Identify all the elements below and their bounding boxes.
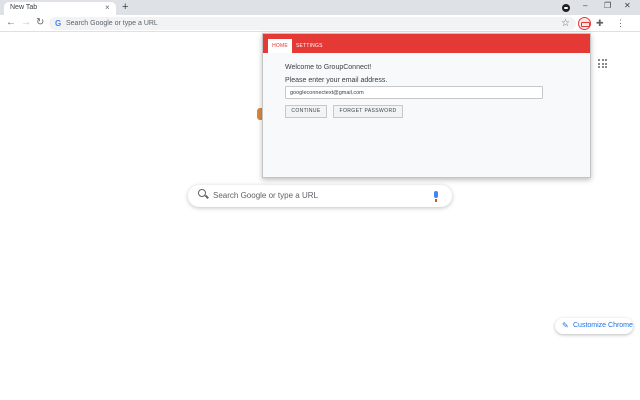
profile-icon[interactable]: [562, 4, 570, 12]
omnibox[interactable]: G Search Google or type a URL ☆: [49, 17, 576, 30]
tab-close-icon[interactable]: ×: [105, 3, 110, 13]
continue-button[interactable]: CONTINUE: [285, 105, 327, 118]
omnibox-placeholder: Search Google or type a URL: [66, 20, 158, 27]
google-apps-icon[interactable]: [598, 59, 607, 68]
ntp-search-placeholder: Search Google or type a URL: [213, 191, 318, 200]
reload-button[interactable]: ↻: [36, 17, 44, 29]
forward-button[interactable]: →: [21, 17, 31, 29]
welcome-text: Welcome to GroupConnect!: [285, 64, 372, 71]
extension-popup: HOME SETTINGS Welcome to GroupConnect! P…: [262, 33, 591, 178]
extensions-puzzle-icon[interactable]: ✚: [596, 17, 604, 29]
ntp-search-box[interactable]: Search Google or type a URL: [188, 185, 452, 207]
email-field[interactable]: [285, 86, 543, 99]
new-tab-button[interactable]: +: [122, 1, 128, 13]
tab-home[interactable]: HOME: [268, 39, 292, 53]
pencil-icon: ✎: [562, 321, 569, 330]
groupconnect-extension-icon[interactable]: [578, 17, 591, 30]
bookmark-star-icon[interactable]: ☆: [561, 17, 570, 30]
tab-title: New Tab: [10, 4, 38, 11]
tab-home-label: HOME: [272, 43, 288, 49]
browser-tab[interactable]: New Tab ×: [4, 2, 116, 15]
minimize-button[interactable]: –: [583, 1, 587, 11]
tab-settings[interactable]: SETTINGS: [296, 43, 323, 49]
google-icon: G: [55, 19, 62, 28]
microphone-icon[interactable]: [434, 191, 438, 202]
customize-chrome-button[interactable]: ✎ Customize Chrome: [555, 318, 633, 334]
forget-password-button[interactable]: FORGET PASSWORD: [333, 105, 403, 118]
back-button[interactable]: ←: [6, 17, 16, 29]
email-prompt: Please enter your email address.: [285, 77, 388, 84]
restore-button[interactable]: ❐: [604, 1, 611, 11]
browser-menu-icon[interactable]: ⋮: [616, 17, 625, 29]
customize-chrome-label: Customize Chrome: [573, 322, 633, 329]
popup-header: HOME SETTINGS: [263, 34, 590, 53]
browser-toolbar: ← → ↻ G Search Google or type a URL ☆: [0, 15, 640, 32]
close-window-button[interactable]: ✕: [624, 1, 631, 11]
tab-strip: New Tab × + – ❐ ✕: [0, 0, 640, 15]
search-icon: [198, 189, 206, 197]
